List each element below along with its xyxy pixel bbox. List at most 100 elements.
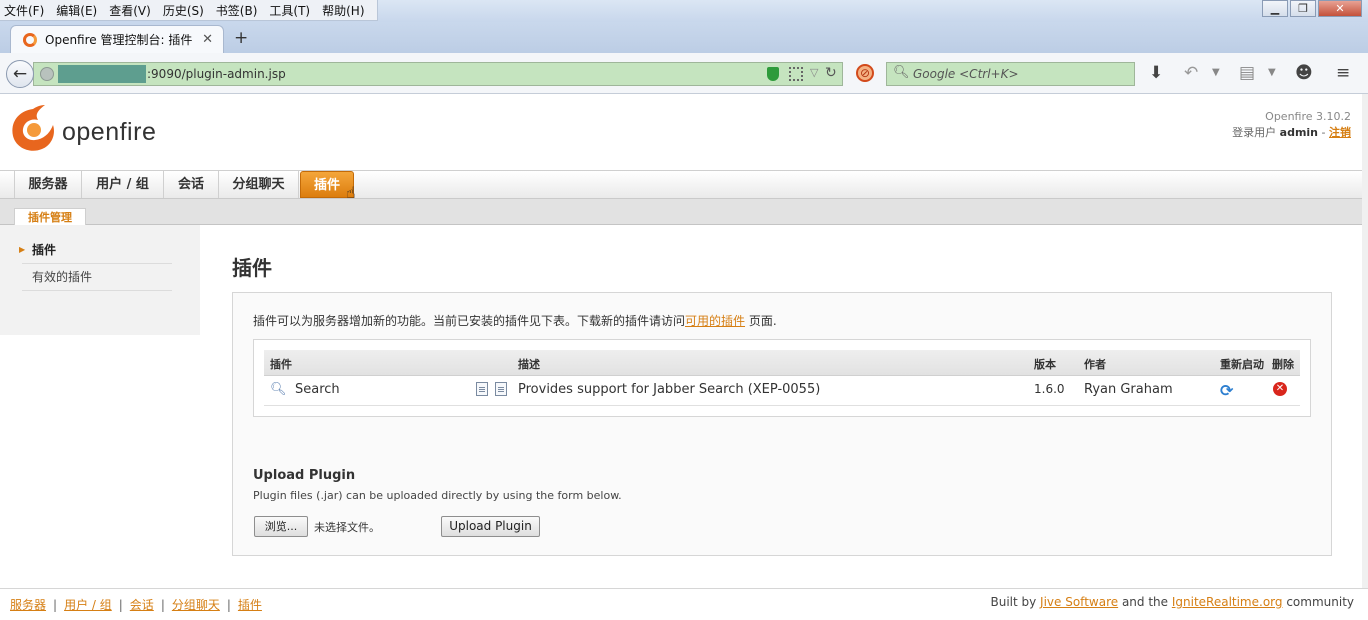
reload-icon[interactable]: ↻ (825, 65, 837, 81)
undo-icon[interactable]: ↶ (1184, 64, 1198, 82)
upload-plugin-button[interactable]: Upload Plugin (441, 516, 540, 537)
menu-file[interactable]: 文件(F) (4, 2, 44, 19)
scrollbar[interactable] (1362, 94, 1368, 588)
igniterealtime-link[interactable]: IgniteRealtime.org (1172, 595, 1283, 609)
built-by-text: Built by Jive Software and the IgniteRea… (990, 595, 1354, 609)
smiley-icon[interactable]: ☻ (1295, 64, 1313, 82)
browser-tab[interactable]: Openfire 管理控制台: 插件 ✕ (10, 25, 224, 53)
browse-button[interactable]: 浏览... (254, 516, 308, 537)
restart-icon[interactable]: ⟳ (1220, 381, 1233, 400)
sidebar: ▶ 插件 有效的插件 (0, 225, 200, 335)
intro-text: 插件可以为服务器增加新的功能。当前已安装的插件见下表。下载新的插件请访问可用的插… (253, 312, 777, 329)
print-dropdown-icon[interactable]: ▼ (1268, 64, 1276, 82)
col-version: 版本 (1034, 358, 1056, 371)
footer: 服务器 | 用户 / 组 | 会话 | 分组聊天 | 插件 Built by Jive Soft… (0, 588, 1368, 620)
openfire-logo-icon (12, 105, 54, 151)
upload-description: Plugin files (.jar) can be uploaded dire… (253, 489, 622, 502)
redacted-host (58, 65, 146, 83)
tab-strip: Openfire 管理控制台: 插件 ✕ + (0, 22, 1368, 53)
logout-link[interactable]: 注销 (1329, 126, 1351, 139)
window-controls: ▁ ❐ ✕ (1260, 0, 1362, 17)
login-separator: - (1318, 126, 1329, 139)
sidebar-item-label: 有效的插件 (32, 270, 93, 284)
changelog-icon[interactable] (495, 382, 507, 396)
close-tab-icon[interactable]: ✕ (202, 32, 213, 47)
plugin-name: Search (295, 382, 340, 397)
available-plugins-link[interactable]: 可用的插件 (685, 314, 745, 328)
login-user: admin (1279, 126, 1319, 139)
login-info: 登录用户 admin - 注销 (1232, 124, 1351, 140)
page-title: 插件 (232, 256, 272, 280)
col-description: 描述 (518, 358, 540, 371)
adblock-icon[interactable]: ⊘ (856, 64, 874, 82)
readme-icon[interactable] (476, 382, 488, 396)
print-icon[interactable]: ▤ (1239, 64, 1255, 82)
nav-tab-group-chat[interactable]: 分组聊天 (218, 171, 299, 198)
dropdown-arrow-icon[interactable]: ▽ (810, 66, 818, 79)
sidebar-item-label: 插件 (32, 243, 57, 257)
footer-link-group-chat[interactable]: 分组聊天 (172, 598, 220, 612)
search-placeholder: Google <Ctrl+K> (913, 67, 1019, 81)
menu-help[interactable]: 帮助(H) (322, 2, 364, 19)
back-button[interactable]: ← (6, 60, 34, 88)
sidebar-item-plugins[interactable]: ▶ 插件 (19, 237, 172, 264)
sidebar-item-available-plugins[interactable]: 有效的插件 (22, 264, 172, 291)
tab-title: Openfire 管理控制台: 插件 (45, 33, 193, 47)
table-header: 插件 描述 版本 作者 重新启动 删除 (264, 350, 1300, 376)
col-delete: 删除 (1272, 358, 1294, 371)
openfire-favicon-icon (23, 32, 37, 47)
menu-view[interactable]: 查看(V) (109, 2, 151, 19)
nav-tab-users-groups[interactable]: 用户 / 组 (81, 171, 163, 198)
col-plugin: 插件 (270, 358, 292, 371)
intro-before: 插件可以为服务器增加新的功能。当前已安装的插件见下表。下载新的插件请访问 (253, 314, 686, 328)
plugin-version: 1.6.0 (1034, 382, 1065, 396)
close-window-button[interactable]: ✕ (1318, 0, 1362, 17)
footer-link-sessions[interactable]: 会话 (130, 598, 154, 612)
footer-link-server[interactable]: 服务器 (10, 598, 46, 612)
search-icon: 🔍︎ (893, 65, 910, 80)
menu-bookmarks[interactable]: 书签(B) (216, 2, 258, 19)
content-panel: 插件可以为服务器增加新的功能。当前已安装的插件见下表。下载新的插件请访问可用的插… (232, 292, 1332, 556)
site-identity-icon[interactable] (40, 67, 54, 81)
url-text: :9090/plugin-admin.jsp (147, 67, 286, 81)
navigation-toolbar: :9090/plugin-admin.jsp ▽ ↻ ← ⊘ 🔍︎ Google… (0, 53, 1368, 94)
plugin-description: Provides support for Jabber Search (XEP-… (518, 382, 821, 397)
menu-edit[interactable]: 编辑(E) (56, 2, 97, 19)
menu-icon[interactable]: ≡ (1336, 64, 1350, 82)
maximize-button[interactable]: ❐ (1290, 0, 1316, 17)
menu-bar: 文件(F) 编辑(E) 查看(V) 历史(S) 书签(B) 工具(T) 帮助(H… (0, 0, 378, 21)
nav-tab-sessions[interactable]: 会话 (163, 171, 218, 198)
search-plugin-icon: 🔍︎ (270, 382, 287, 397)
shield-icon[interactable] (767, 67, 779, 81)
subtab-plugin-management[interactable]: 插件管理 (14, 208, 86, 226)
menu-history[interactable]: 历史(S) (163, 2, 204, 19)
nav-tab-server[interactable]: 服务器 (14, 171, 81, 198)
footer-link-plugins[interactable]: 插件 (238, 598, 262, 612)
logo-text: openfire (62, 118, 157, 146)
minimize-button[interactable]: ▁ (1262, 0, 1288, 17)
jive-software-link[interactable]: Jive Software (1040, 595, 1118, 609)
active-arrow-icon: ▶ (19, 245, 26, 254)
search-bar[interactable]: 🔍︎ Google <Ctrl+K> (886, 62, 1135, 86)
footer-link-users-groups[interactable]: 用户 / 组 (64, 598, 112, 612)
no-file-label: 未选择文件。 (314, 521, 380, 534)
undo-dropdown-icon[interactable]: ▼ (1212, 64, 1220, 82)
upload-title: Upload Plugin (253, 468, 356, 483)
col-author: 作者 (1084, 358, 1106, 371)
intro-after: 页面. (745, 314, 777, 328)
footer-links: 服务器 | 用户 / 组 | 会话 | 分组聊天 | 插件 (10, 598, 262, 612)
address-bar[interactable]: :9090/plugin-admin.jsp ▽ ↻ (33, 62, 843, 86)
col-restart: 重新启动 (1220, 358, 1264, 371)
version-label: Openfire 3.10.2 (1265, 110, 1351, 123)
login-prefix: 登录用户 (1232, 126, 1277, 139)
plugin-author: Ryan Graham (1084, 382, 1173, 397)
sub-nav-bar: 插件管理 (0, 198, 1368, 226)
table-row: 🔍︎ Search Provides support for Jabber Se… (264, 376, 1300, 406)
plugins-table: 插件 描述 版本 作者 重新启动 删除 🔍︎ Search Provides s… (253, 339, 1311, 417)
delete-icon[interactable]: ✕ (1273, 382, 1287, 396)
menu-tools[interactable]: 工具(T) (269, 2, 310, 19)
main-nav: 服务器 用户 / 组 会话 分组聊天 插件 (0, 170, 1368, 198)
new-tab-icon[interactable]: + (234, 28, 248, 48)
download-icon[interactable]: ⬇ (1149, 64, 1163, 82)
qr-code-icon[interactable] (789, 67, 803, 81)
